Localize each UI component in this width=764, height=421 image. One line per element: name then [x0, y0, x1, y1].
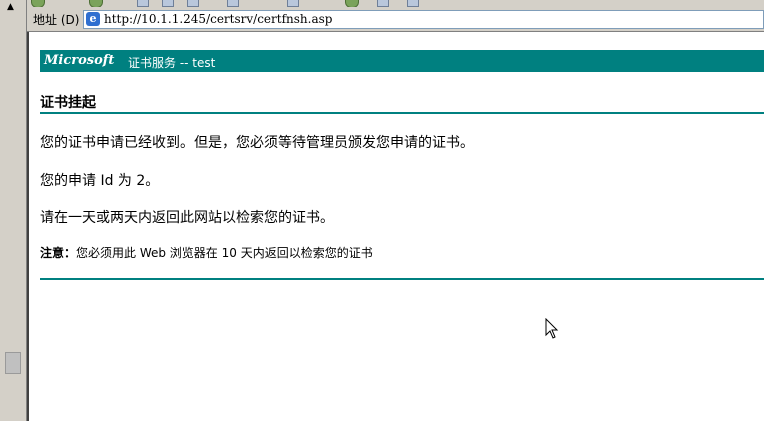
scrollbar-thumb[interactable]	[5, 352, 21, 374]
note-label: 注意：	[40, 246, 77, 260]
mouse-cursor-icon	[545, 318, 559, 339]
scroll-up-icon[interactable]: ▲	[7, 2, 14, 12]
favorites-icon[interactable]	[287, 0, 299, 7]
message-received: 您的证书申请已经收到。但是，您必须等待管理员颁发您申请的证书。	[40, 135, 474, 151]
request-id-message: 您的申请 Id 为 2。	[40, 173, 160, 189]
refresh-icon[interactable]	[162, 0, 174, 7]
mail-icon[interactable]	[377, 0, 389, 7]
search-icon[interactable]	[227, 0, 239, 7]
return-message: 请在一天或两天内返回此网站以检索您的证书。	[40, 210, 334, 226]
microsoft-logo: Microsoft	[44, 53, 115, 68]
print-icon[interactable]	[407, 0, 419, 7]
content-frame: Microsoft 证书服务 -- test 证书挂起 您的证书申请已经收到。但…	[27, 32, 764, 421]
title-divider	[40, 112, 764, 114]
page-title: 证书挂起	[40, 95, 96, 111]
address-input[interactable]: e http://10.1.1.245/certsrv/certfnsh.asp	[83, 10, 764, 29]
header-banner: Microsoft 证书服务 -- test	[40, 50, 764, 72]
forward-icon[interactable]	[89, 0, 103, 7]
footer-divider	[40, 278, 764, 280]
service-title: 证书服务 -- test	[128, 56, 216, 70]
back-icon[interactable]	[31, 0, 45, 7]
browser-toolbar	[27, 0, 764, 7]
note-text: 您必须用此 Web 浏览器在 10 天内返回以检索您的证书	[76, 246, 373, 260]
address-label: 地址 (D)	[33, 13, 80, 27]
ie-page-icon: e	[86, 12, 100, 26]
history-icon[interactable]	[345, 0, 359, 7]
vertical-scrollbar[interactable]: ▲	[0, 0, 27, 421]
note: 注意：您必须用此 Web 浏览器在 10 天内返回以检索您的证书	[40, 244, 373, 261]
address-bar: 地址 (D) e http://10.1.1.245/certsrv/certf…	[27, 7, 764, 32]
address-url[interactable]: http://10.1.1.245/certsrv/certfnsh.asp	[104, 12, 332, 26]
home-icon[interactable]	[187, 0, 199, 7]
stop-icon[interactable]	[137, 0, 149, 7]
